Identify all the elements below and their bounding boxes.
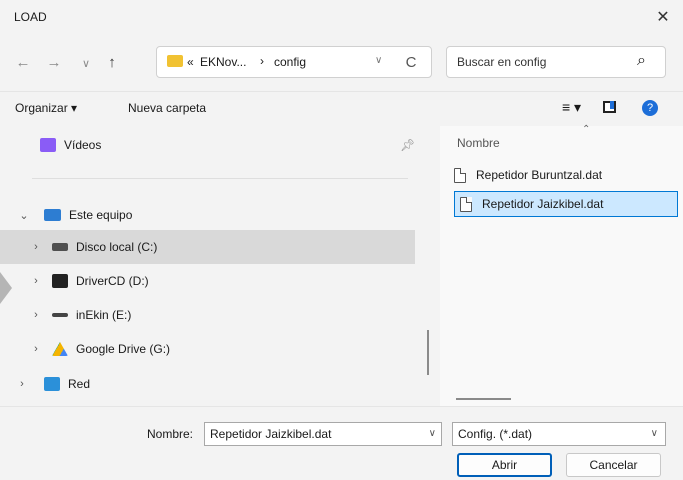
title-bar (0, 0, 683, 34)
sidebar-item-label: Este equipo (69, 208, 133, 222)
collapsed-chevron-icon[interactable]: › (30, 241, 42, 253)
new-folder-button[interactable]: Nueva carpeta (128, 101, 206, 115)
address-dropdown-icon[interactable]: ∨ (375, 55, 382, 66)
file-row-buruntzal[interactable]: Repetidor Buruntzal.dat (454, 162, 678, 188)
toolbar-divider (0, 91, 683, 92)
sidebar-item-label: Google Drive (G:) (76, 342, 171, 356)
sidebar-divider (32, 178, 408, 179)
sidebar-item-drivercd[interactable]: › DriverCD (D:) (0, 264, 415, 298)
file-type-select[interactable]: Config. (*.dat) ∨ (452, 422, 666, 446)
dialog-footer: Nombre: Repetidor Jaizkibel.dat ∨ Config… (0, 406, 683, 480)
navigation-pane[interactable]: Vídeos 📌︎ ⌄ Este equipo › Disco local (C… (0, 126, 427, 406)
horizontal-scrollbar[interactable] (456, 398, 511, 400)
sidebar-item-label: Disco local (C:) (76, 240, 158, 254)
pin-icon[interactable]: 📌︎ (400, 138, 415, 152)
preview-pane-fill-icon (610, 101, 614, 109)
forward-arrow-icon[interactable]: → (43, 51, 65, 73)
sidebar-item-google-drive[interactable]: › Google Drive (G:) (0, 332, 415, 366)
cancel-button[interactable]: Cancelar (566, 453, 661, 477)
file-type-dropdown-icon[interactable]: ∨ (651, 428, 658, 439)
breadcrumb-config[interactable]: config (274, 55, 306, 69)
refresh-icon[interactable]: C (400, 51, 422, 73)
video-folder-icon (40, 138, 56, 152)
sidebar-item-label: inEkin (E:) (76, 308, 132, 322)
sidebar-item-inekin[interactable]: › inEkin (E:) (0, 298, 415, 332)
collapsed-chevron-icon[interactable]: › (30, 309, 42, 321)
search-icon[interactable]: ⌕ (637, 52, 646, 70)
file-name-dropdown-icon[interactable]: ∨ (429, 428, 436, 439)
sidebar-item-this-pc[interactable]: ⌄ Este equipo (18, 198, 408, 232)
name-column-header[interactable]: Nombre (457, 136, 500, 150)
open-button[interactable]: Abrir (457, 453, 552, 477)
address-bar[interactable]: « EKNov... › config ∨ (156, 46, 432, 78)
file-icon (454, 167, 466, 183)
recent-locations-chevron-icon[interactable]: ∨ (75, 52, 97, 74)
search-box[interactable]: Buscar en config ⌕ (446, 46, 666, 78)
window-title: LOAD (14, 10, 47, 24)
file-row-jaizkibel[interactable]: Repetidor Jaizkibel.dat (454, 191, 678, 217)
computer-icon (44, 209, 61, 221)
view-menu-button[interactable]: ≡ ▾ (562, 99, 581, 116)
file-name-value[interactable]: Repetidor Jaizkibel.dat (210, 427, 331, 441)
cd-drive-icon (52, 274, 68, 288)
google-drive-icon (52, 342, 68, 356)
sidebar-item-label: Red (68, 377, 91, 391)
close-icon[interactable]: ✕ (650, 4, 676, 30)
folder-icon (167, 55, 183, 67)
file-name: Repetidor Jaizkibel.dat (482, 197, 604, 211)
back-arrow-icon[interactable]: ← (12, 51, 34, 73)
vertical-scrollbar[interactable] (427, 330, 429, 375)
drive-icon (52, 243, 68, 251)
search-input[interactable]: Buscar en config (457, 55, 546, 69)
collapsed-chevron-icon[interactable]: › (30, 275, 42, 287)
breadcrumb-separator: › (260, 54, 264, 68)
expanded-chevron-icon[interactable]: ⌄ (18, 209, 30, 222)
file-icon (460, 196, 472, 212)
up-arrow-icon[interactable]: ↑ (101, 51, 123, 73)
file-name: Repetidor Buruntzal.dat (476, 168, 603, 182)
breadcrumb-ekn[interactable]: EKNov... (200, 55, 246, 69)
collapsed-chevron-icon[interactable]: › (30, 343, 42, 355)
file-name-input[interactable]: Repetidor Jaizkibel.dat ∨ (204, 422, 442, 446)
breadcrumb-prefix: « (187, 55, 194, 69)
usb-drive-icon (52, 313, 68, 317)
sidebar-item-label: DriverCD (D:) (76, 274, 149, 288)
help-icon[interactable]: ? (642, 100, 658, 116)
sidebar-item-local-disk[interactable]: › Disco local (C:) (0, 230, 415, 264)
file-name-label: Nombre: (147, 427, 194, 441)
organize-menu-button[interactable]: Organizar ▾ (15, 101, 77, 115)
network-icon (44, 377, 60, 391)
file-type-value: Config. (*.dat) (458, 427, 533, 441)
collapsed-chevron-icon[interactable]: › (16, 378, 28, 390)
sort-ascending-icon: ⌃ (582, 124, 591, 135)
sidebar-item-label: Vídeos (64, 138, 102, 152)
sidebar-item-videos[interactable]: Vídeos (40, 128, 400, 162)
sidebar-item-network[interactable]: › Red (0, 367, 415, 401)
file-list[interactable]: ⌃ Nombre Repetidor Buruntzal.dat Repetid… (440, 124, 683, 406)
